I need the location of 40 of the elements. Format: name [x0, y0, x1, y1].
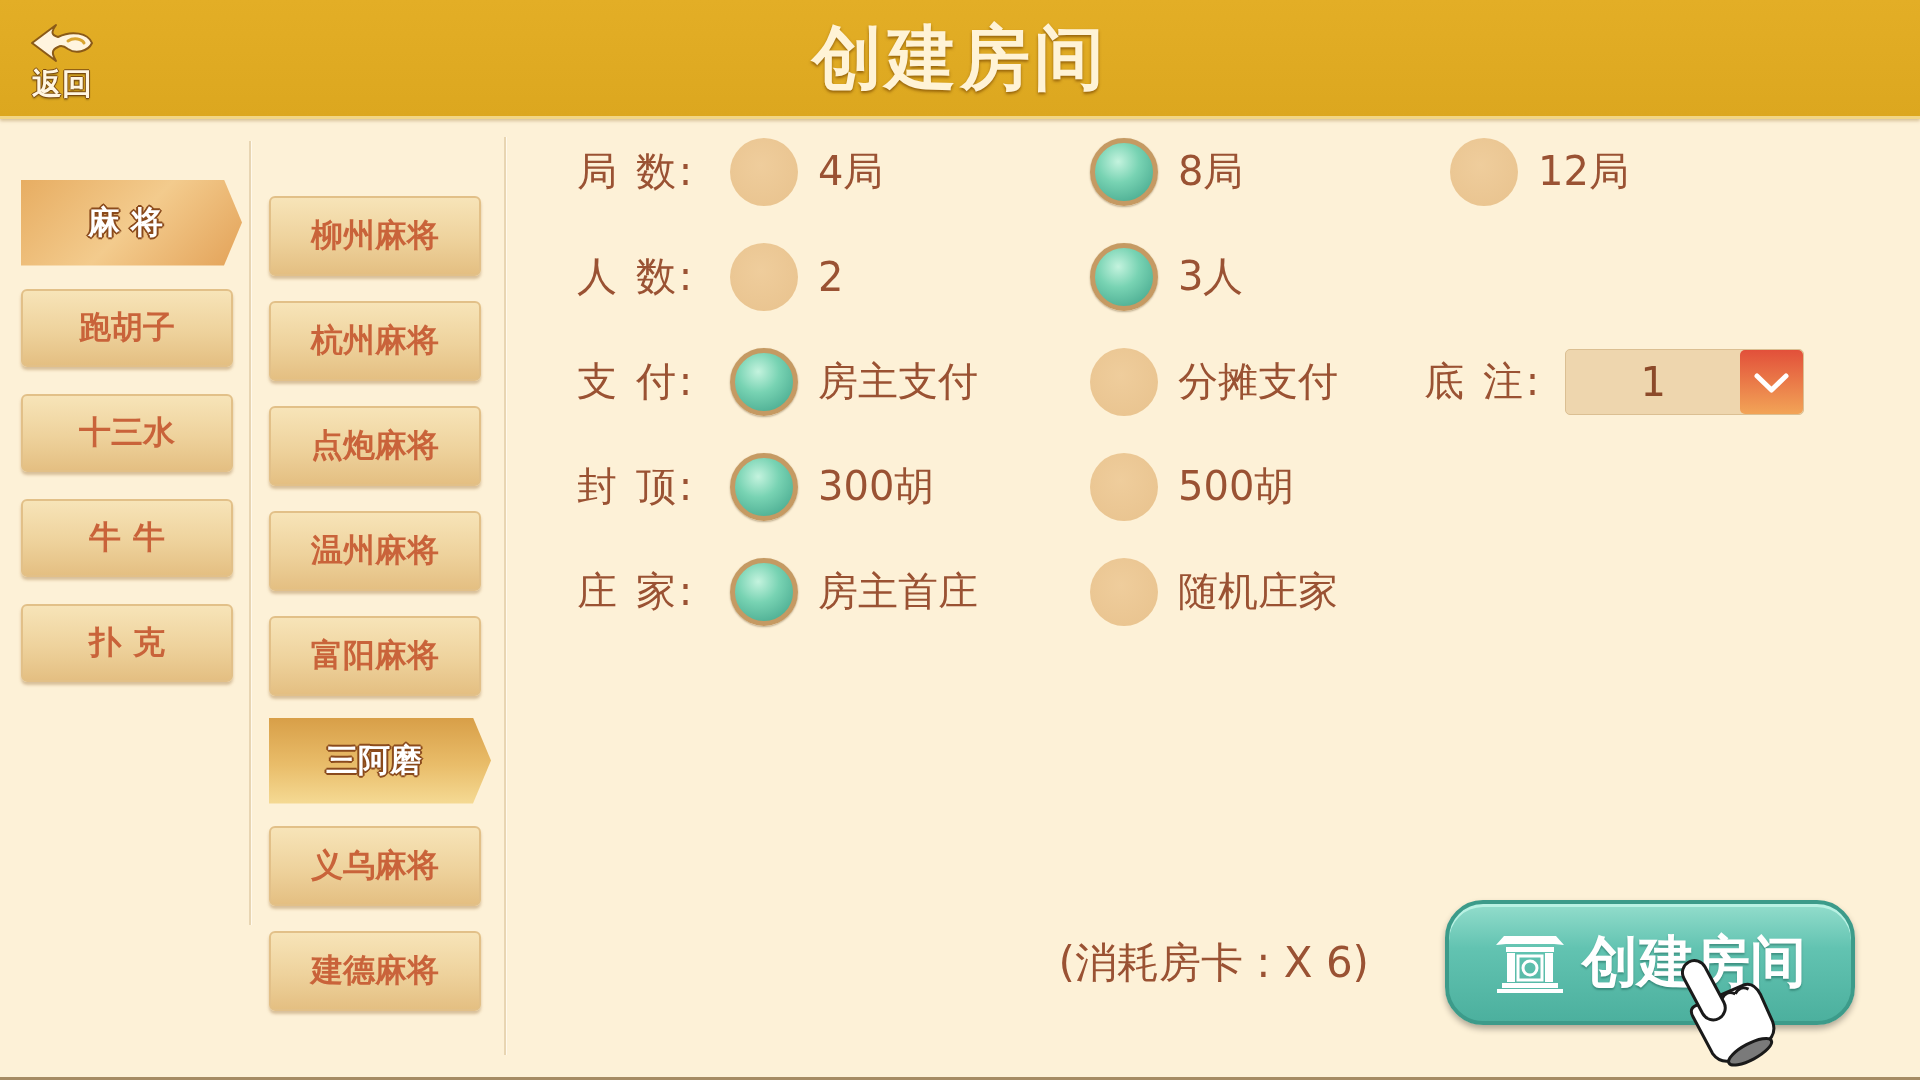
game-tab[interactable]: 温州麻将	[269, 510, 481, 591]
room-card-cost: (消耗房卡 : X 6)	[1058, 936, 1369, 989]
game-tab[interactable]: 柳州麻将	[269, 195, 481, 276]
field-label: 支 付:	[577, 357, 697, 406]
option-text: 房主首庄	[818, 567, 978, 616]
game-tab[interactable]: 义乌麻将	[269, 825, 481, 906]
option-text: 随机庄家	[1178, 567, 1338, 616]
game-tab[interactable]: 点炮麻将	[269, 405, 481, 486]
window-title: 创建房间	[812, 16, 1108, 100]
category-tab[interactable]: 跑胡子	[21, 288, 233, 367]
radio-button[interactable]	[730, 452, 798, 521]
category-tab[interactable]: 牛 牛	[21, 498, 233, 577]
game-tab[interactable]: 建德麻将	[269, 930, 481, 1011]
option-text: 分摊支付	[1178, 357, 1338, 406]
dropdown-field[interactable]: 1	[1565, 348, 1805, 415]
option-text: 500胡	[1178, 462, 1295, 511]
field-label: 底 注:	[1424, 357, 1543, 406]
game-tab[interactable]: 三阿磨	[269, 717, 491, 804]
back-button[interactable]: 返回	[30, 16, 94, 100]
option-text: 12局	[1538, 147, 1629, 196]
category-tab[interactable]: 麻 将	[21, 179, 242, 266]
game-tab[interactable]: 富阳麻将	[269, 615, 481, 696]
option-text: 3人	[1178, 252, 1244, 301]
category-tab[interactable]: 扑 克	[21, 603, 233, 682]
field-label: 局 数:	[577, 147, 697, 196]
chevron-down-icon[interactable]	[1740, 349, 1804, 414]
category-tab[interactable]: 十三水	[21, 393, 233, 472]
option-text: 300胡	[818, 462, 935, 511]
option-text: 2	[818, 253, 844, 300]
field-label: 庄 家:	[577, 567, 697, 616]
field-label: 封 顶:	[577, 462, 697, 511]
game-tab[interactable]: 杭州麻将	[269, 300, 481, 381]
field-label: 人 数:	[577, 252, 697, 301]
option-text: 4局	[818, 147, 884, 196]
radio-button[interactable]	[730, 347, 798, 416]
option-text: 房主支付	[818, 357, 978, 406]
option-text: 8局	[1178, 147, 1244, 196]
radio-button[interactable]	[1090, 137, 1158, 206]
radio-button[interactable]	[1090, 242, 1158, 311]
radio-button[interactable]	[730, 557, 798, 626]
